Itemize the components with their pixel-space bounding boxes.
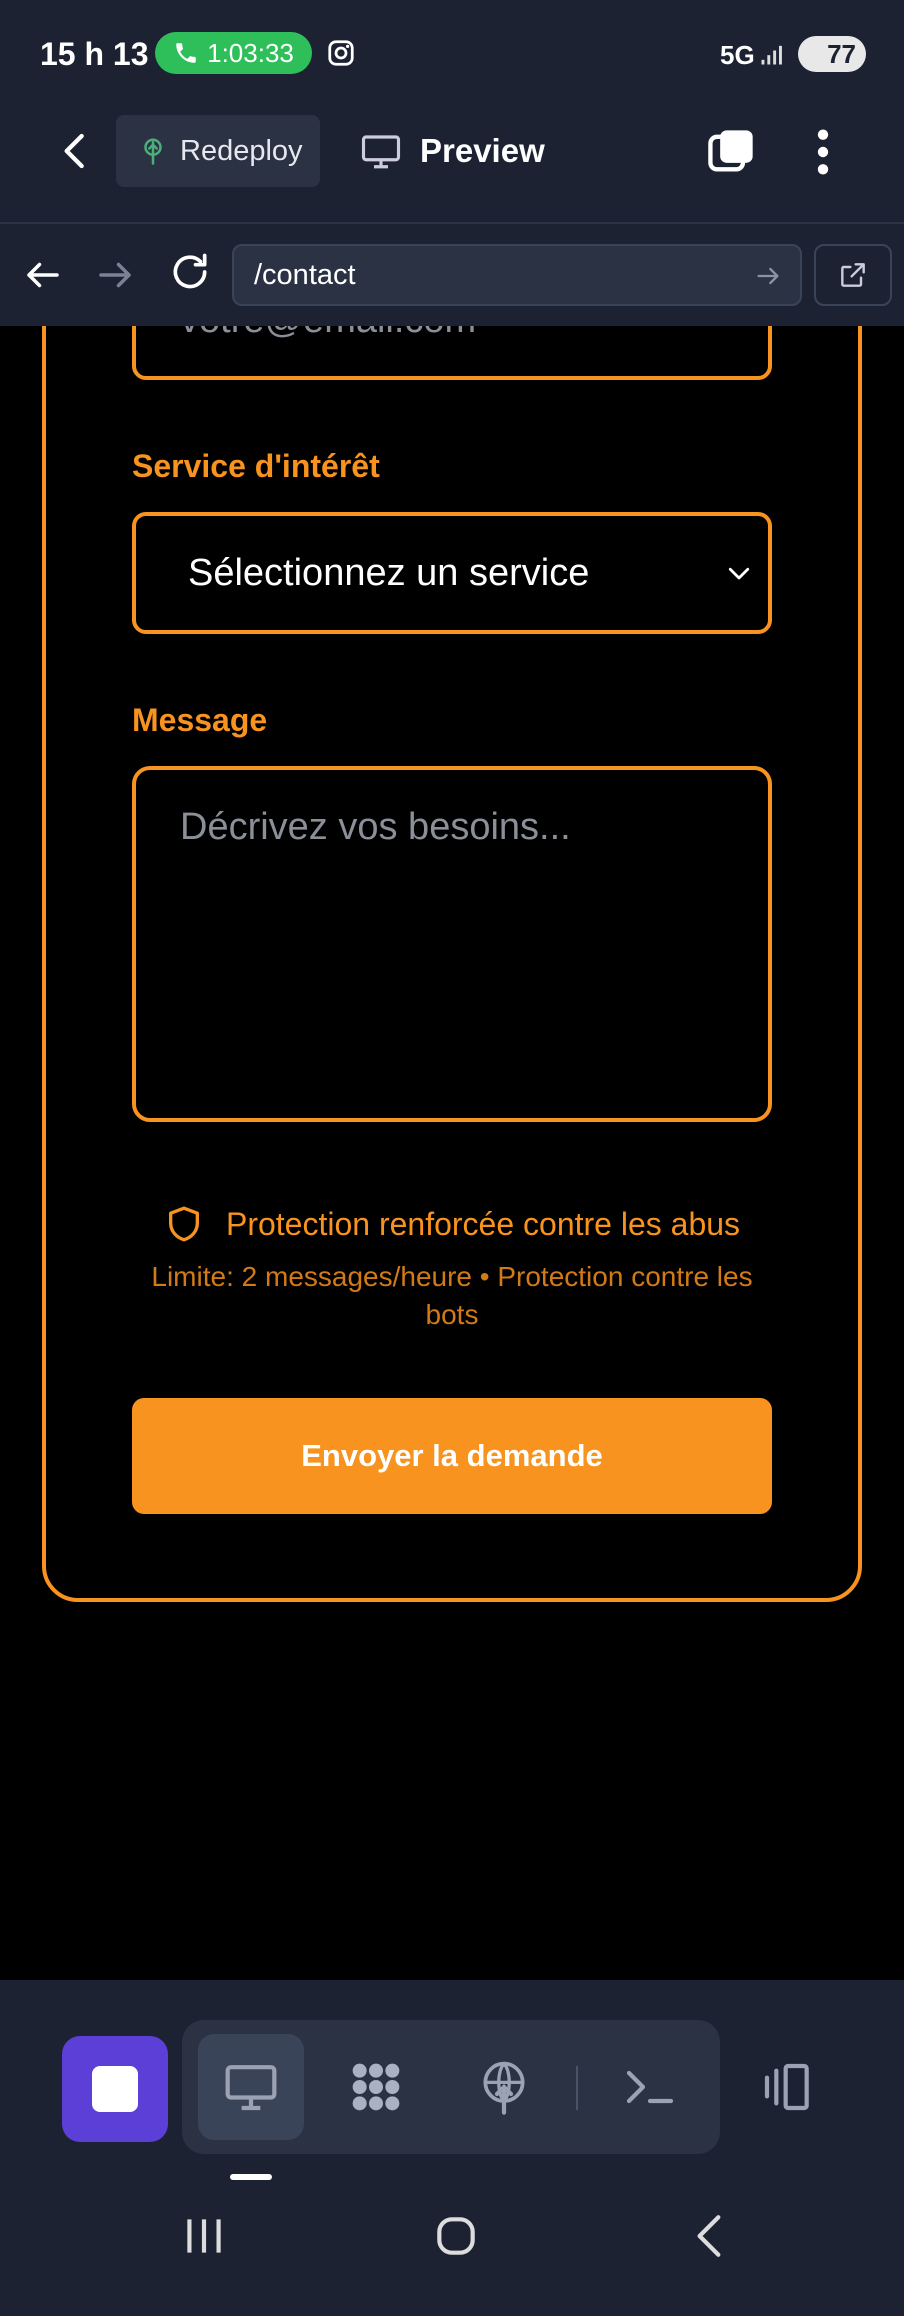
battery-icon: 77 [798, 36, 866, 72]
home-button[interactable] [426, 2206, 486, 2266]
more-vertical-icon[interactable] [808, 126, 838, 178]
web-content: votre@email.com Service d'intérêt Sélect… [0, 326, 904, 1980]
call-timer: 1:03:33 [207, 37, 294, 68]
dock-shell-tab[interactable] [610, 2047, 690, 2127]
back-icon[interactable] [22, 254, 64, 296]
message-placeholder: Décrivez vos besoins... [180, 806, 571, 848]
email-field[interactable]: votre@email.com [132, 326, 772, 380]
dock-split-view[interactable] [748, 2047, 828, 2127]
grid-dots-icon [352, 2063, 400, 2111]
email-value: votre@email.com [180, 326, 476, 342]
status-bar: 15 h 13 1:03:33 5G 77 [0, 0, 904, 110]
dock-preview-tab[interactable] [198, 2034, 304, 2140]
message-textarea[interactable]: Décrivez vos besoins... [132, 766, 772, 1122]
chevron-left-icon [697, 2215, 721, 2257]
recent-apps-icon [187, 2219, 221, 2253]
message-label: Message [132, 702, 268, 738]
preview-label: Preview [420, 132, 545, 169]
home-icon [437, 2217, 475, 2255]
protection-detail: Limite: 2 messages/heure • Protection co… [151, 1261, 753, 1330]
url-bar: /contact [0, 222, 904, 326]
protection-title: Protection renforcée contre les abus [225, 1205, 741, 1242]
call-pill[interactable]: 1:03:33 [155, 32, 312, 74]
network-type: 5G [720, 40, 755, 70]
dock-deploy-tab[interactable] [464, 2047, 544, 2127]
recent-apps-button[interactable] [174, 2206, 234, 2266]
terminal-icon [626, 2070, 674, 2104]
redeploy-label: Redeploy [180, 134, 303, 167]
dock-divider [576, 2066, 578, 2110]
url-text: /contact [254, 258, 356, 291]
stop-icon [92, 2066, 138, 2112]
reload-icon[interactable] [168, 250, 212, 294]
submit-button[interactable]: Envoyer la demande [132, 1398, 772, 1514]
stop-button[interactable] [62, 2036, 168, 2142]
monitor-icon [225, 2065, 277, 2111]
redeploy-button[interactable]: Redeploy [116, 115, 320, 187]
phone-icon [176, 43, 196, 63]
protection-notice: Protection renforcée contre les abus [132, 1204, 772, 1244]
back-arrow-icon[interactable] [55, 128, 95, 174]
url-input[interactable]: /contact [232, 244, 802, 306]
service-select[interactable]: Sélectionnez un service [132, 512, 772, 634]
monitor-icon [361, 135, 401, 169]
active-tab-indicator [230, 2174, 272, 2180]
split-view-icon [764, 2063, 809, 2111]
system-back-button[interactable] [680, 2206, 740, 2266]
instagram-icon [328, 40, 354, 66]
chevron-down-icon [728, 567, 750, 580]
external-link-icon [841, 263, 865, 287]
deploy-tree-icon [144, 138, 162, 165]
open-external-button[interactable] [814, 244, 892, 306]
service-label: Service d'intérêt [132, 448, 380, 484]
tabs-icon[interactable] [705, 126, 757, 178]
preview-tab[interactable]: Preview [360, 120, 545, 182]
bottom-dock [0, 1980, 904, 2316]
dock-workflows-tab[interactable] [336, 2047, 416, 2127]
status-time: 15 h 13 [40, 36, 149, 72]
submit-label: Envoyer la demande [301, 1438, 603, 1473]
forward-icon[interactable] [94, 254, 136, 296]
signal-icon [761, 45, 782, 65]
service-selected: Sélectionnez un service [188, 551, 590, 594]
deploy-globe-icon [483, 2061, 525, 2115]
shield-icon [168, 1206, 199, 1242]
battery-level: 77 [827, 38, 856, 69]
top-chrome: 15 h 13 1:03:33 5G 77 Redeploy Preview [0, 0, 904, 222]
go-arrow-icon[interactable] [754, 262, 782, 290]
